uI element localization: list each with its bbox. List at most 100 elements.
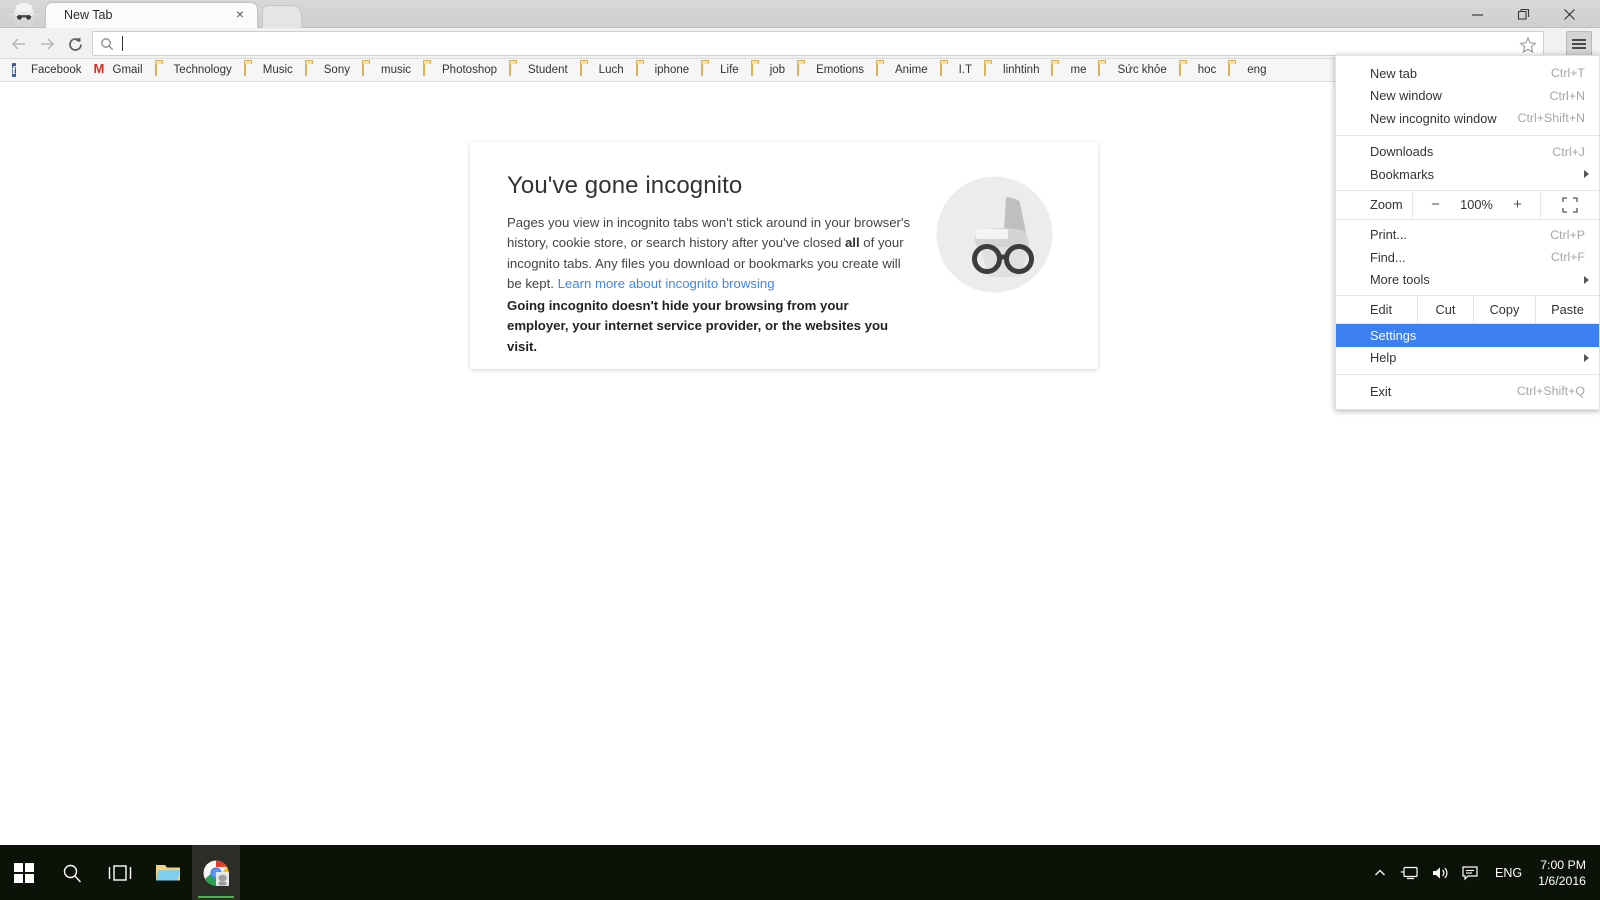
bookmark-label: iphone [654, 64, 690, 76]
bookmark-item[interactable]: f Facebook [6, 61, 88, 80]
show-hidden-icons-chevron[interactable] [1365, 866, 1395, 880]
menu-separator [1336, 374, 1599, 375]
back-arrow-icon[interactable] [6, 31, 32, 57]
submenu-arrow-icon [1584, 275, 1589, 284]
bookmark-item[interactable]: Emotions [791, 61, 870, 80]
folder-icon [361, 62, 377, 77]
reload-icon[interactable] [62, 31, 88, 57]
menu-item-label: More tools [1370, 272, 1430, 288]
new-tab-button[interactable] [262, 5, 302, 28]
page-title: You've gone incognito [507, 172, 743, 199]
bookmark-item[interactable]: M Gmail [88, 61, 149, 80]
menu-item-label: Exit [1370, 383, 1392, 399]
minimize-icon[interactable] [1454, 0, 1500, 28]
incognito-description: Pages you view in incognito tabs won't s… [507, 213, 915, 294]
menu-item-downloads[interactable]: Downloads Ctrl+J [1336, 141, 1599, 164]
folder-icon [509, 62, 524, 77]
star-icon[interactable] [1519, 36, 1537, 54]
folder-icon [939, 62, 955, 77]
chrome-incognito-icon[interactable] [192, 845, 240, 900]
bookmark-item[interactable]: me [1045, 61, 1092, 80]
bookmark-item[interactable]: Technology [149, 61, 238, 80]
bookmark-item[interactable]: linhtinh [978, 61, 1045, 80]
menu-item-label: New tab [1370, 65, 1417, 81]
menu-item-new-window[interactable]: New window Ctrl+N [1336, 85, 1599, 108]
bookmark-item[interactable]: Music [238, 61, 299, 80]
volume-icon[interactable] [1425, 865, 1455, 881]
incognito-avatar-icon[interactable] [5, 2, 43, 27]
bookmark-label: Technology [173, 64, 232, 76]
bookmark-label: Emotions [816, 64, 864, 76]
menu-item-more-tools[interactable]: More tools [1336, 269, 1599, 292]
restore-icon[interactable] [1500, 0, 1546, 28]
file-explorer-icon[interactable] [144, 845, 192, 900]
folder-icon [797, 62, 812, 77]
close-icon[interactable] [1546, 0, 1592, 28]
menu-item-help[interactable]: Help [1336, 347, 1599, 370]
folder-icon [304, 62, 320, 77]
bookmark-item[interactable]: Life [695, 61, 745, 80]
menu-item-settings[interactable]: Settings [1336, 324, 1599, 347]
folder-icon [750, 62, 766, 77]
chrome-menu-button[interactable] [1566, 31, 1592, 56]
facebook-icon: f [12, 63, 16, 77]
bookmark-item[interactable]: music [356, 61, 417, 80]
action-center-icon[interactable] [1455, 865, 1485, 881]
folder-icon [701, 62, 716, 77]
bookmark-label: job [769, 64, 786, 76]
bookmark-label: Luch [598, 64, 624, 76]
menu-item-new-tab[interactable]: New tab Ctrl+T [1336, 62, 1599, 85]
clock-time: 7:00 PM [1540, 857, 1586, 872]
folder-icon [984, 62, 999, 77]
input-language-indicator[interactable]: ENG [1485, 866, 1532, 880]
browser-tab[interactable]: New Tab × [45, 2, 258, 28]
menu-item-label: Bookmarks [1370, 166, 1435, 182]
bookmark-label: Sony [323, 64, 350, 76]
bookmark-label: music [380, 64, 412, 76]
menu-item-label: Downloads [1370, 144, 1434, 160]
bookmark-item[interactable]: eng [1222, 61, 1272, 80]
zoom-in-button[interactable]: + [1512, 196, 1524, 213]
bookmark-item[interactable]: Sony [299, 61, 356, 80]
menu-item-bookmarks[interactable]: Bookmarks [1336, 163, 1599, 186]
bookmark-label: Sức khỏe [1117, 64, 1167, 76]
folder-icon [154, 62, 170, 77]
taskbar-search-icon[interactable] [48, 845, 96, 900]
folder-icon [1178, 62, 1194, 77]
bookmark-item[interactable]: Student [503, 61, 574, 80]
forward-arrow-icon[interactable] [34, 31, 60, 57]
fullscreen-button[interactable] [1541, 191, 1599, 219]
bookmark-item[interactable]: Photoshop [417, 61, 503, 80]
address-bar[interactable] [92, 31, 1544, 56]
menu-item-label: Print... [1370, 227, 1407, 243]
menu-item-shortcut: Ctrl+Shift+Q [1516, 384, 1585, 399]
network-icon[interactable] [1395, 865, 1425, 881]
bookmark-item[interactable]: hoc [1173, 61, 1223, 80]
close-tab-icon[interactable]: × [233, 7, 247, 21]
bookmark-item[interactable]: Anime [870, 61, 934, 80]
bookmark-item[interactable]: Sức khỏe [1092, 61, 1172, 80]
learn-more-link[interactable]: Learn more about incognito browsing [558, 276, 775, 291]
zoom-out-button[interactable]: − [1430, 196, 1442, 213]
bookmark-item[interactable]: I.T [934, 61, 978, 80]
menu-item-print[interactable]: Print... Ctrl+P [1336, 224, 1599, 247]
cut-button[interactable]: Cut [1418, 296, 1474, 323]
bookmark-item[interactable]: iphone [630, 61, 696, 80]
windows-taskbar: ENG 7:00 PM 1/6/2016 [0, 845, 1600, 900]
search-icon [100, 37, 114, 51]
menu-item-find[interactable]: Find... Ctrl+F [1336, 246, 1599, 269]
paste-button[interactable]: Paste [1536, 296, 1599, 323]
bookmark-label: Life [720, 64, 739, 76]
bookmark-item[interactable]: job [745, 61, 791, 80]
menu-item-new-incognito-window[interactable]: New incognito window Ctrl+Shift+N [1336, 107, 1599, 130]
bookmark-item[interactable]: Luch [574, 61, 630, 80]
menu-item-exit[interactable]: Exit Ctrl+Shift+Q [1336, 380, 1599, 403]
task-view-icon[interactable] [96, 845, 144, 900]
clock[interactable]: 7:00 PM 1/6/2016 [1532, 857, 1600, 889]
windows-start-icon[interactable] [0, 845, 48, 900]
copy-button[interactable]: Copy [1474, 296, 1536, 323]
bookmark-label: Photoshop [442, 64, 498, 76]
gmail-icon: M [93, 61, 105, 76]
folder-icon [1051, 62, 1066, 77]
folder-icon [243, 62, 259, 77]
